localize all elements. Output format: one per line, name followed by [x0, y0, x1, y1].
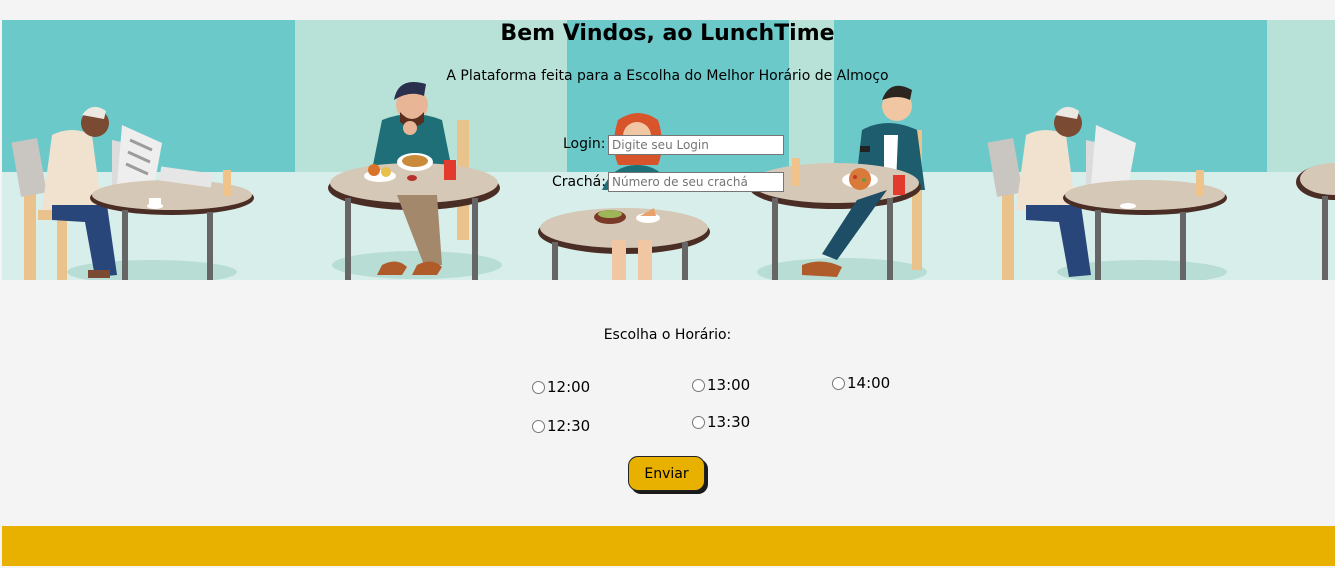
- time-radio-1300[interactable]: [692, 378, 705, 392]
- footer-bar: [2, 526, 1335, 566]
- page-subtitle: A Plataforma feita para a Escolha do Mel…: [446, 68, 889, 84]
- time-label-1200: 12:00: [547, 378, 591, 396]
- time-label-1230: 12:30: [547, 417, 591, 435]
- time-option-1330[interactable]: 13:30: [692, 413, 750, 431]
- time-option-1230[interactable]: 12:30: [532, 417, 590, 435]
- time-label-1400: 14:00: [847, 374, 891, 392]
- time-label-1300: 13:00: [707, 376, 751, 394]
- badge-input[interactable]: [608, 172, 784, 192]
- time-radio-1400[interactable]: [832, 376, 845, 390]
- page-title: Bem Vindos, ao LunchTime: [500, 21, 835, 46]
- time-label-1330: 13:30: [707, 413, 751, 431]
- time-radio-1200[interactable]: [532, 380, 545, 394]
- schedule-label: Escolha o Horário:: [603, 327, 732, 343]
- time-radio-1330[interactable]: [692, 415, 705, 429]
- time-option-1400[interactable]: 14:00: [832, 374, 890, 392]
- login-label: Login:: [563, 136, 606, 152]
- login-input[interactable]: [608, 135, 784, 155]
- time-option-1300[interactable]: 13:00: [692, 376, 750, 394]
- time-option-1200[interactable]: 12:00: [532, 378, 590, 396]
- badge-label: Crachá:: [552, 174, 606, 190]
- submit-button[interactable]: Enviar: [628, 456, 705, 491]
- time-radio-1230[interactable]: [532, 419, 545, 433]
